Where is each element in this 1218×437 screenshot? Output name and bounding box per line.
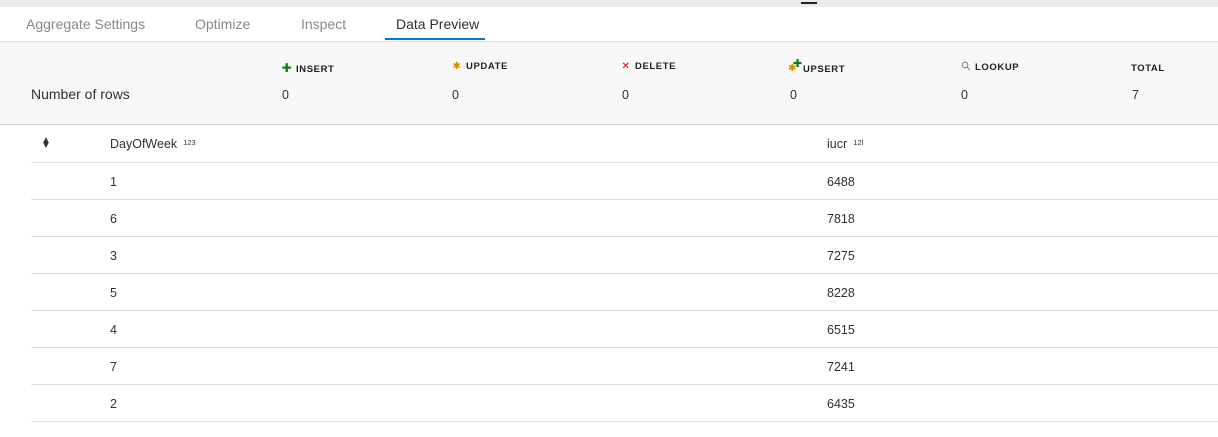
cell-iucr: 6435: [827, 397, 855, 411]
integer-type-icon: 12l: [853, 138, 864, 147]
cell-dayofweek: 2: [110, 397, 117, 411]
upsert-icon: ✚ ✱: [788, 58, 803, 74]
sort-icon[interactable]: ▲ ▼: [41, 136, 51, 151]
tab-bar: Aggregate Settings Optimize Inspect Data…: [0, 7, 1218, 42]
table-row[interactable]: 2 6435: [31, 385, 1218, 422]
table-row[interactable]: 1 6488: [31, 163, 1218, 200]
tab-aggregate-settings[interactable]: Aggregate Settings: [26, 16, 145, 32]
cell-iucr: 7818: [827, 212, 855, 226]
column-header-iucr[interactable]: iucr 12l: [827, 137, 863, 151]
cell-iucr: 8228: [827, 286, 855, 300]
table-row[interactable]: 5 8228: [31, 274, 1218, 311]
insert-count: 0: [282, 88, 289, 102]
update-count: 0: [452, 88, 459, 102]
cell-dayofweek: 6: [110, 212, 117, 226]
update-label: UPDATE: [466, 61, 508, 72]
table-header: ▲ ▼ DayOfWeek 123 iucr 12l: [31, 125, 1218, 163]
column-name: iucr: [827, 137, 848, 151]
lookup-label: LOOKUP: [975, 62, 1020, 73]
row-count-summary: Number of rows ✚ INSERT 0 ✱ UPDATE 0 ✕ DELE…: [0, 42, 1218, 125]
delete-label: DELETE: [635, 61, 677, 72]
column-name: DayOfWeek: [110, 137, 178, 151]
table-row[interactable]: 4 6515: [31, 311, 1218, 348]
table-row[interactable]: 3 7275: [31, 237, 1218, 274]
total-label: TOTAL: [1131, 63, 1165, 74]
cell-iucr: 7275: [827, 249, 855, 263]
tab-inspect[interactable]: Inspect: [301, 16, 346, 32]
plus-icon: ✚: [281, 61, 293, 75]
table-row[interactable]: 7 7241: [31, 348, 1218, 385]
cell-iucr: 6488: [827, 175, 855, 189]
cell-dayofweek: 3: [110, 249, 117, 263]
cell-iucr: 7241: [827, 360, 855, 374]
tab-data-preview[interactable]: Data Preview: [396, 16, 479, 32]
minimize-handle[interactable]: [801, 2, 817, 4]
x-icon: ✕: [621, 61, 631, 72]
magnifier-icon: [960, 61, 972, 73]
top-strip: [0, 0, 1218, 7]
cell-dayofweek: 5: [110, 286, 117, 300]
upsert-count: 0: [790, 88, 797, 102]
cell-dayofweek: 1: [110, 175, 117, 189]
cell-dayofweek: 4: [110, 323, 117, 337]
cell-iucr: 6515: [827, 323, 855, 337]
upsert-label: UPSERT: [803, 64, 846, 75]
integer-type-icon: 123: [183, 138, 196, 147]
lookup-count: 0: [961, 88, 968, 102]
insert-label: INSERT: [296, 64, 335, 75]
table-row[interactable]: 6 7818: [31, 200, 1218, 237]
number-of-rows-label: Number of rows: [31, 86, 130, 102]
active-tab-indicator: [385, 38, 485, 40]
column-header-dayofweek[interactable]: DayOfWeek 123: [110, 137, 196, 151]
delete-count: 0: [622, 88, 629, 102]
tab-optimize[interactable]: Optimize: [195, 16, 250, 32]
cell-dayofweek: 7: [110, 360, 117, 374]
data-preview-table: ▲ ▼ DayOfWeek 123 iucr 12l 1 6488 6 7818 3 …: [31, 125, 1218, 422]
total-count: 7: [1132, 88, 1139, 102]
asterisk-icon: ✱: [452, 61, 462, 72]
